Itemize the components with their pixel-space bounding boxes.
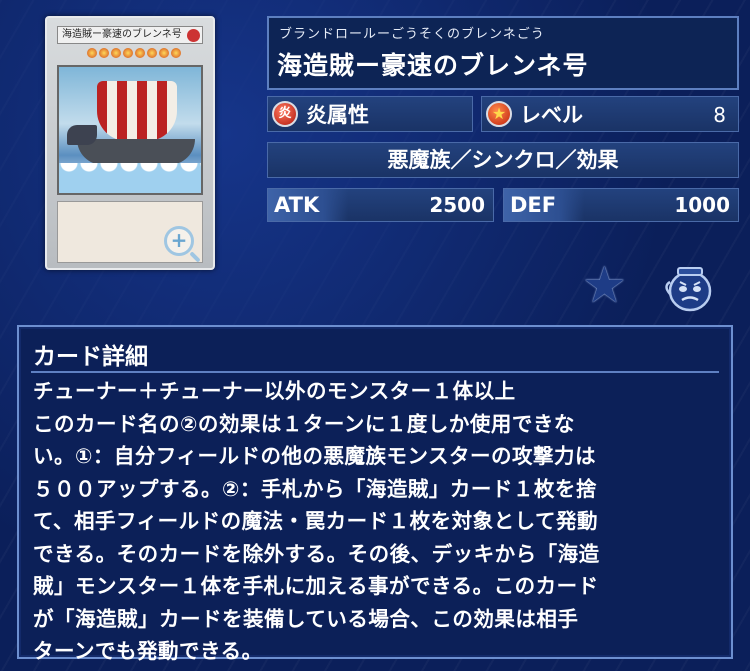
atk-value: 2500: [429, 193, 485, 217]
card-image-level-stars: [87, 48, 203, 62]
card-image-name-strip: 海造賊ー豪速のブレンネ号: [57, 26, 203, 44]
level-value: 8: [713, 103, 726, 127]
fire-attribute-icon: 炎: [272, 101, 298, 127]
def-label: DEF: [504, 189, 584, 221]
card-artwork: [57, 65, 203, 195]
atk-row: ATK 2500: [267, 188, 494, 222]
star-icon[interactable]: ★: [582, 260, 632, 310]
type-line: 悪魔族／シンクロ／効果: [267, 142, 739, 178]
card-detail-title: カード詳細: [33, 344, 148, 370]
card-image-text-box: +: [57, 201, 203, 263]
card-effect-text: チューナー＋チューナー以外のモンスター１体以上 このカード名の②の効果は１ターン…: [33, 379, 600, 663]
deck-pot-icon[interactable]: [660, 262, 714, 312]
card-image-name: 海造賊ー豪速のブレンネ号: [62, 29, 182, 40]
level-label: レベル: [520, 103, 583, 127]
attribute-label: 炎属性: [306, 103, 369, 127]
level-star-icon: [486, 101, 512, 127]
card-image-attribute-icon: [187, 28, 200, 42]
def-value: 1000: [674, 193, 730, 217]
divider: [31, 371, 719, 373]
attribute-row: 炎 炎属性: [267, 96, 473, 132]
card-name-header: ブランドロールーごうそくのブレンネごう 海造賊ー豪速のブレンネ号: [267, 16, 739, 90]
card-detail-panel: カード詳細 チューナー＋チューナー以外のモンスター１体以上 このカード名の②の効…: [17, 325, 733, 663]
card-name: 海造賊ー豪速のブレンネ号: [277, 51, 589, 80]
def-row: DEF 1000: [503, 188, 739, 222]
atk-label: ATK: [268, 189, 348, 221]
level-row: レベル 8: [481, 96, 739, 132]
card-image[interactable]: 海造賊ー豪速のブレンネ号 +: [45, 16, 215, 270]
card-name-ruby: ブランドロールーごうそくのブレンネごう: [279, 27, 545, 42]
zoom-in-icon[interactable]: +: [164, 226, 194, 256]
